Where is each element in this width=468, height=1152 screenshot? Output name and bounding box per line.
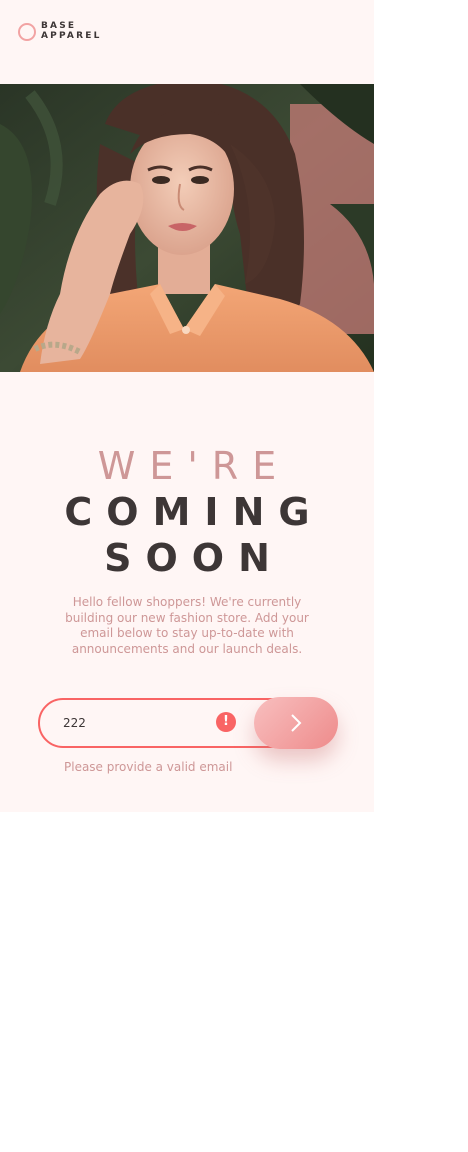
submit-button[interactable] [254, 697, 338, 749]
hero-image [0, 84, 374, 372]
logo-circle-icon [18, 23, 36, 41]
description-text: Hello fellow shoppers! We're currently b… [65, 595, 309, 656]
logo-text: BASE APPAREL [41, 21, 102, 41]
exclamation-icon: ! [216, 712, 236, 732]
title-bold-line-1: Coming [64, 490, 324, 534]
page-title: We're Coming Soon [0, 443, 374, 581]
woman-portrait-photo [0, 84, 374, 372]
logo-line-2: APPAREL [41, 31, 102, 41]
header: BASE APPAREL [0, 0, 374, 84]
title-bold-line-2: Soon [104, 536, 284, 580]
logo-line-1: BASE [41, 21, 77, 31]
error-message: Please provide a valid email [64, 760, 233, 774]
email-form: ! [38, 697, 338, 749]
title-light: We're [97, 444, 291, 488]
page: BASE APPAREL WE'RE COMING SOON Hello fel… [0, 0, 374, 812]
logo[interactable]: BASE APPAREL [18, 21, 128, 43]
chevron-right-icon [291, 714, 302, 732]
